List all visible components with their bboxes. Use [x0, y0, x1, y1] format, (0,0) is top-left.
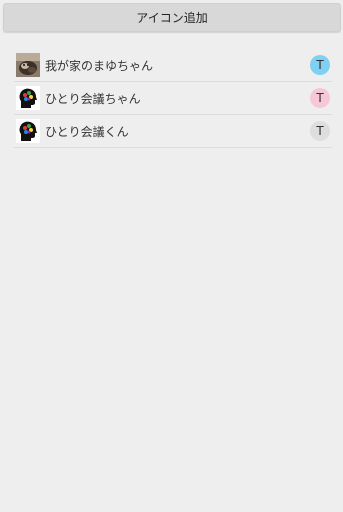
status-badge[interactable]: T: [310, 88, 330, 108]
list-item-name: 我が家のまゆちゃん: [45, 58, 154, 73]
brain-head-icon: [16, 119, 40, 143]
list-item-name: ひとり会議くん: [45, 124, 129, 139]
icon-list: 我が家のまゆちゃん T ひとり会議ちゃん T ひとり会議くん T: [14, 49, 332, 148]
cat-photo-icon: [16, 53, 40, 77]
list-item[interactable]: 我が家のまゆちゃん T: [14, 49, 332, 82]
add-icon-button-label: アイコン追加: [136, 11, 208, 25]
badge-letter: T: [316, 124, 324, 138]
list-item[interactable]: ひとり会議ちゃん T: [14, 82, 332, 115]
badge-letter: T: [316, 58, 324, 72]
add-icon-button[interactable]: アイコン追加: [3, 3, 341, 32]
list-item[interactable]: ひとり会議くん T: [14, 115, 332, 148]
badge-letter: T: [316, 91, 324, 105]
status-badge[interactable]: T: [310, 121, 330, 141]
list-item-name: ひとり会議ちゃん: [45, 91, 141, 106]
brain-head-icon: [16, 86, 40, 110]
status-badge[interactable]: T: [310, 55, 330, 75]
